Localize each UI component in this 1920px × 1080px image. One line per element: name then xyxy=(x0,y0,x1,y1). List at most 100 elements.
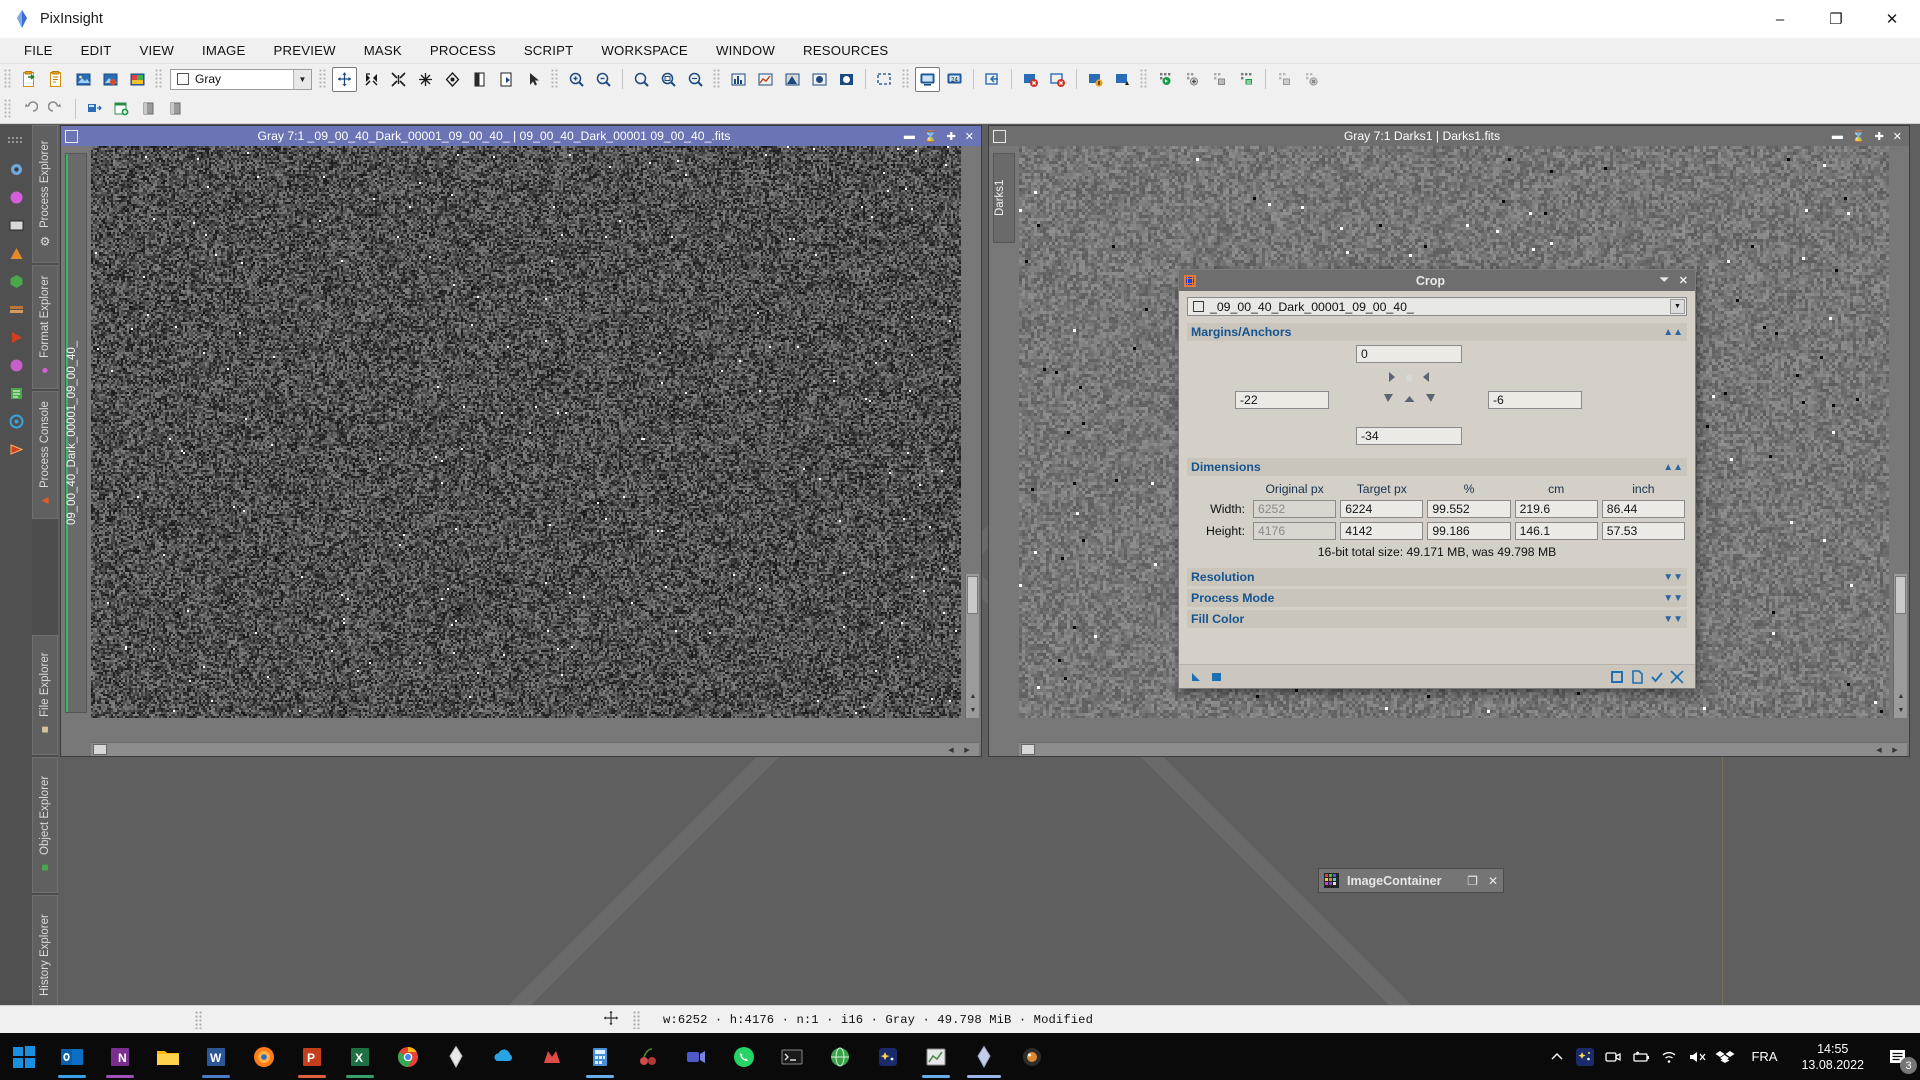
image-horizontal-scrollbar-right[interactable]: ◀ ▶ xyxy=(1019,742,1907,756)
browse-documentation-icon[interactable] xyxy=(1627,668,1647,686)
taskbar-app-onenote[interactable]: N xyxy=(96,1033,144,1080)
save-as-image-icon[interactable] xyxy=(125,67,150,92)
menu-edit[interactable]: EDIT xyxy=(67,38,126,64)
image-maximize-button[interactable]: ✚ xyxy=(1875,130,1884,143)
toolbar-grip-icon[interactable] xyxy=(4,69,12,89)
expand-tool-icon[interactable] xyxy=(359,67,384,92)
image-close-button[interactable]: ✕ xyxy=(965,130,974,143)
battery-icon[interactable] xyxy=(1627,1033,1655,1080)
menu-script[interactable]: SCRIPT xyxy=(510,38,588,64)
process-run-icon[interactable] xyxy=(1153,67,1178,92)
section-expand-icon-process-mode[interactable]: ▼▼ xyxy=(1663,593,1683,604)
project-close-icon[interactable] xyxy=(1299,67,1324,92)
image-close-button[interactable]: ✕ xyxy=(1893,130,1902,143)
image-vertical-scrollbar-right[interactable]: ▲ ▼ xyxy=(1893,574,1907,718)
redo-icon[interactable] xyxy=(44,96,69,121)
window-frame-icon[interactable] xyxy=(872,67,897,92)
scroll-right-icon[interactable]: ▶ xyxy=(1889,744,1901,756)
sidebar-tab-format-explorer[interactable]: ● Format Explorer xyxy=(32,265,58,389)
new-image-icon[interactable] xyxy=(17,67,42,92)
project-save-icon[interactable] xyxy=(1272,67,1297,92)
square-icon[interactable] xyxy=(6,215,26,235)
volume-mute-icon[interactable] xyxy=(1683,1033,1711,1080)
taskbar-app-globe[interactable] xyxy=(816,1033,864,1080)
scroll-up-icon[interactable]: ▲ xyxy=(967,690,979,702)
window-import-icon[interactable] xyxy=(980,67,1005,92)
chevron-down-icon[interactable]: ▼ xyxy=(1670,299,1685,314)
screen-transfer-icon[interactable] xyxy=(780,67,805,92)
duplicate-image-icon[interactable] xyxy=(44,67,69,92)
sidebar-tab-file-explorer[interactable]: ■ File Explorer xyxy=(32,635,58,755)
taskbar-app-calculator[interactable] xyxy=(576,1033,624,1080)
red-arrow-icon[interactable] xyxy=(6,439,26,459)
section-collapse-icon[interactable]: ▲▲ xyxy=(1663,327,1683,338)
taskbar-app-onedrive[interactable] xyxy=(480,1033,528,1080)
scroll-thumb[interactable] xyxy=(967,576,978,614)
section-header-resolution[interactable]: Resolution ▼▼ xyxy=(1187,568,1687,586)
readout-tool-icon[interactable] xyxy=(467,67,492,92)
toolbar-grip-icon-4[interactable] xyxy=(551,69,559,89)
width-percent-input[interactable]: 99.552 xyxy=(1427,500,1511,518)
margin-right-input[interactable]: -6 xyxy=(1488,391,1582,409)
image-window-left[interactable]: Gray 7:1 _09_00_40_Dark_00001_09_00_40_ … xyxy=(60,125,982,757)
monitor-24-icon[interactable]: 24 xyxy=(942,67,967,92)
taskbar-app-pixinsight-1[interactable] xyxy=(432,1033,480,1080)
taskbar-app-file-explorer[interactable] xyxy=(144,1033,192,1080)
scroll-down-icon[interactable]: ▼ xyxy=(1895,704,1907,716)
process-save-icon[interactable] xyxy=(1207,67,1232,92)
section-expand-icon-fill-color[interactable]: ▼▼ xyxy=(1663,614,1683,625)
image-maximize-button[interactable]: ✚ xyxy=(947,130,956,143)
toolbar-grip-icon-5[interactable] xyxy=(713,69,721,89)
window-minimize-button[interactable]: – xyxy=(1752,0,1808,38)
image-view-tab[interactable]: 09_00_40_Dark_00001_09_00_40_ xyxy=(65,153,87,713)
anchor-right-arrow-icon[interactable] xyxy=(1387,371,1397,386)
anchor-left-arrow-icon[interactable] xyxy=(1421,371,1431,386)
image-container-close-button[interactable]: ✕ xyxy=(1488,874,1498,888)
preview-b-icon[interactable] xyxy=(163,96,188,121)
histogram-icon[interactable] xyxy=(726,67,751,92)
toolbar-grip-icon-7[interactable] xyxy=(1140,69,1148,89)
scroll-down-icon[interactable]: ▼ xyxy=(967,704,979,716)
mask-invert-icon[interactable] xyxy=(834,67,859,92)
height-cm-input[interactable]: 146.1 xyxy=(1514,522,1598,540)
magenta-circle-icon[interactable] xyxy=(6,187,26,207)
taskbar-app-chrome[interactable] xyxy=(384,1033,432,1080)
clock[interactable]: 14:55 13.08.2022 xyxy=(1789,1041,1876,1073)
monitor-icon[interactable] xyxy=(915,66,940,92)
statistics-icon[interactable] xyxy=(753,67,778,92)
section-header-dimensions[interactable]: Dimensions ▲▲ xyxy=(1187,458,1687,476)
image-minimize-button[interactable]: ▬ xyxy=(904,130,915,142)
menu-view[interactable]: VIEW xyxy=(126,38,189,64)
dynamic-tool-icon[interactable] xyxy=(440,67,465,92)
section-header-process-mode[interactable]: Process Mode ▼▼ xyxy=(1187,589,1687,607)
anchor-down-right-icon[interactable] xyxy=(1424,393,1436,408)
taskbar-app-powerpoint[interactable]: P xyxy=(288,1033,336,1080)
sidebar-tab-process-console[interactable]: ► Process Console xyxy=(32,391,58,519)
taskbar-app-whatsapp[interactable] xyxy=(720,1033,768,1080)
anchor-center-dot-icon[interactable] xyxy=(1405,371,1413,385)
section-collapse-icon-dimensions[interactable]: ▲▲ xyxy=(1663,462,1683,473)
toolbar2-grip-icon[interactable] xyxy=(4,98,12,119)
sidebar-tab-object-explorer[interactable]: ■ Object Explorer xyxy=(32,757,58,893)
margin-left-input[interactable]: -22 xyxy=(1235,391,1329,409)
anchor-down-left-icon[interactable] xyxy=(1383,393,1395,408)
taskbar-app-outlook[interactable] xyxy=(48,1033,96,1080)
preview-a-icon[interactable] xyxy=(136,96,161,121)
play-red-icon[interactable] xyxy=(6,327,26,347)
view-selector[interactable]: _09_00_40_Dark_00001_09_00_40_ ▼ xyxy=(1187,297,1687,316)
image-container-maximize-button[interactable]: ❐ xyxy=(1467,874,1478,888)
taskbar-app-siril[interactable] xyxy=(1008,1033,1056,1080)
arrow-tool-icon[interactable] xyxy=(521,67,546,92)
scroll-left-icon[interactable]: ◀ xyxy=(945,744,957,756)
margin-top-input[interactable]: 0 xyxy=(1356,345,1462,363)
undo-icon[interactable] xyxy=(17,96,42,121)
scroll-right-icon[interactable]: ▶ xyxy=(961,744,973,756)
scroll-corner-box[interactable] xyxy=(93,744,107,755)
width-cm-input[interactable]: 219.6 xyxy=(1514,500,1598,518)
chevron-down-icon[interactable]: ▼ xyxy=(293,69,311,89)
menu-image[interactable]: IMAGE xyxy=(188,38,260,64)
anchor-up-icon[interactable] xyxy=(1403,393,1416,407)
image-vertical-scrollbar[interactable]: ▲ ▼ xyxy=(965,574,979,718)
show-hidden-icons-chevron[interactable] xyxy=(1543,1033,1571,1080)
execute-icon[interactable] xyxy=(1207,668,1227,686)
